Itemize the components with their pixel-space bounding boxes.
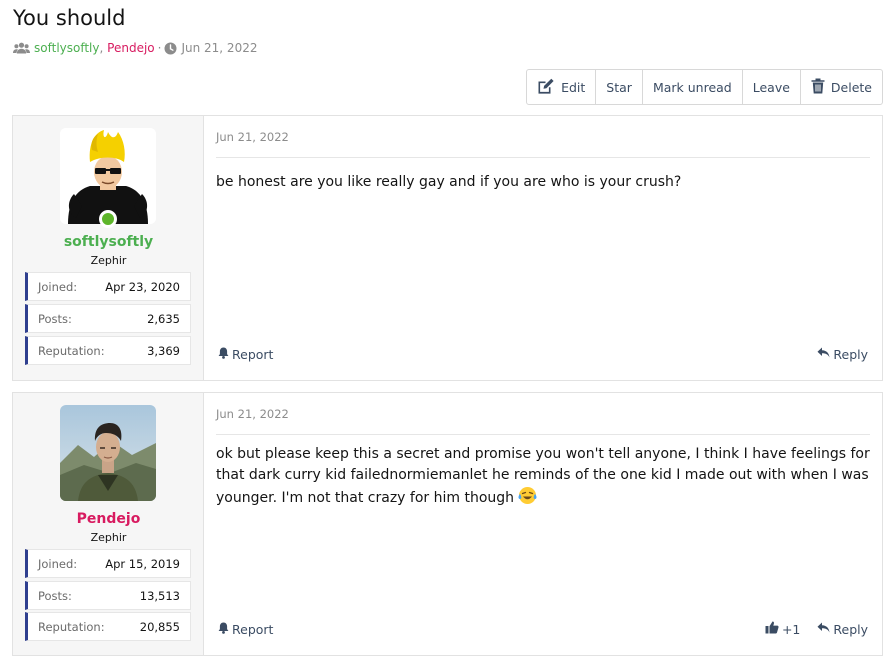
username[interactable]: Pendejo <box>13 511 204 527</box>
reply-link[interactable]: Reply <box>817 622 868 637</box>
stat-joined: Joined: Apr 15, 2019 <box>25 549 191 578</box>
mark-unread-label: Mark unread <box>652 79 732 95</box>
stat-label: Joined: <box>38 556 78 571</box>
star-label: Star <box>606 79 632 95</box>
crying-laughing-emoji <box>518 486 537 512</box>
edit-icon <box>537 78 555 97</box>
thread-date[interactable]: Jun 21, 2022 <box>181 41 257 55</box>
stat-value: Apr 23, 2020 <box>105 279 180 294</box>
participant-link-pendejo[interactable]: Pendejo <box>107 41 154 55</box>
star-button[interactable]: Star <box>595 70 642 104</box>
stat-joined: Joined: Apr 23, 2020 <box>25 272 191 301</box>
report-label: Report <box>232 347 274 362</box>
reply-label: Reply <box>833 621 868 637</box>
stat-reputation: Reputation: 20,855 <box>25 612 191 641</box>
reply-icon <box>817 347 830 362</box>
report-link[interactable]: Report <box>218 622 273 637</box>
mark-unread-button[interactable]: Mark unread <box>641 70 742 104</box>
stat-posts: Posts: 13,513 <box>25 581 191 610</box>
reply-link[interactable]: Reply <box>817 347 868 362</box>
stat-label: Posts: <box>38 588 72 603</box>
stat-label: Reputation: <box>38 343 105 358</box>
divider <box>216 434 870 435</box>
meta-separator: · <box>157 41 162 55</box>
participant-link-softlysoftly[interactable]: softlysoftly <box>34 41 100 55</box>
bell-icon <box>218 347 229 362</box>
stat-label: Reputation: <box>38 619 105 634</box>
stat-value: Apr 15, 2019 <box>105 556 180 571</box>
edit-button[interactable]: Edit <box>527 70 595 104</box>
reaction-count: +1 <box>781 621 801 637</box>
message-user-pane: softlysoftly Zephir Joined: Apr 23, 2020… <box>13 116 204 380</box>
message-user-pane: Pendejo Zephir Joined: Apr 15, 2019 Post… <box>13 393 204 655</box>
message-actions: Report Reply <box>218 347 868 362</box>
thread-meta: softlysoftly, Pendejo · Jun 21, 2022 <box>13 41 257 55</box>
stat-value: 13,513 <box>139 588 180 603</box>
stat-label: Posts: <box>38 311 72 326</box>
post-date[interactable]: Jun 21, 2022 <box>216 407 289 421</box>
thread-toolbar: Edit Star Mark unread Leave Delete <box>526 69 883 105</box>
stat-value: 3,369 <box>147 343 180 358</box>
message-content: Jun 21, 2022 ok but please keep this a s… <box>216 393 870 655</box>
message-body-wrapper: ok but please keep this a secret and pro… <box>216 444 870 512</box>
delete-label: Delete <box>830 79 872 95</box>
report-label: Report <box>232 621 274 637</box>
reply-icon <box>817 622 830 637</box>
message-actions: Report +1 Reply <box>218 621 868 637</box>
user-title: Zephir <box>90 254 127 267</box>
message-body: be honest are you like really gay and if… <box>216 174 682 190</box>
participant-separator: , <box>99 41 104 55</box>
report-link[interactable]: Report <box>218 347 273 362</box>
leave-button[interactable]: Leave <box>741 70 800 104</box>
post-date[interactable]: Jun 21, 2022 <box>216 130 289 144</box>
thumbs-up-icon <box>765 621 779 637</box>
bell-icon <box>218 622 229 637</box>
edit-label: Edit <box>561 79 586 95</box>
clock-icon <box>164 42 177 55</box>
delete-button[interactable]: Delete <box>799 70 882 104</box>
reply-label: Reply <box>833 347 868 362</box>
stat-label: Joined: <box>38 279 78 294</box>
divider <box>216 157 870 158</box>
stat-posts: Posts: 2,635 <box>25 304 191 333</box>
message-content: Jun 21, 2022 be honest are you like real… <box>216 116 870 380</box>
stat-value: 2,635 <box>147 311 180 326</box>
message-post: softlysoftly Zephir Joined: Apr 23, 2020… <box>12 115 883 381</box>
stat-value: 20,855 <box>139 619 180 634</box>
reaction-button[interactable]: +1 <box>765 621 800 637</box>
avatar[interactable] <box>60 405 156 501</box>
message-post: Pendejo Zephir Joined: Apr 15, 2019 Post… <box>12 392 883 656</box>
page-title: You should <box>13 6 126 30</box>
message-body: ok but please keep this a secret and pro… <box>216 446 870 506</box>
online-status-indicator <box>99 210 117 228</box>
users-icon <box>13 42 30 54</box>
trash-icon <box>811 78 825 97</box>
user-title: Zephir <box>90 531 127 544</box>
leave-label: Leave <box>752 79 790 95</box>
stat-reputation: Reputation: 3,369 <box>25 336 191 365</box>
username[interactable]: softlysoftly <box>13 234 204 250</box>
